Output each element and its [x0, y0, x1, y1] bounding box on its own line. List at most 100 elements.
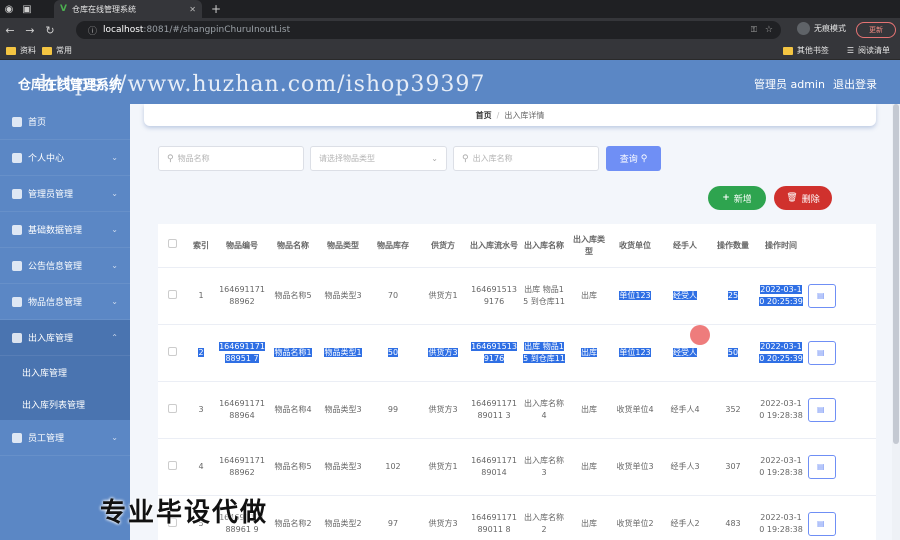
cursor-highlight: [690, 325, 710, 345]
key-icon[interactable]: ⚿: [751, 25, 757, 35]
url-path: :8081/#/shangpinChuruInoutList: [143, 25, 291, 35]
row-checkbox-cell[interactable]: [158, 346, 186, 360]
sidebar-subitem-inout[interactable]: 出入库管理: [0, 356, 130, 388]
browser-menu-icon[interactable]: ◉: [0, 0, 18, 18]
sidebar-item-base-data[interactable]: 基础数据管理 ⌄: [0, 212, 130, 248]
inout-icon: [12, 332, 22, 343]
reading-list-icon: ☰: [846, 46, 854, 55]
bookmark-star-icon[interactable]: ☆: [765, 25, 773, 35]
folder-icon: [42, 46, 52, 55]
table-cell: 物品名称4: [268, 404, 318, 416]
detail-button[interactable]: ▤: [808, 284, 836, 308]
cell-text: 1646915139176: [471, 285, 517, 306]
scrollbar-thumb[interactable]: [893, 104, 899, 444]
cell-text: 物品名称5: [274, 291, 312, 300]
bookmark-folder[interactable]: 资料: [6, 45, 36, 56]
sidebar-subitem-inout-list[interactable]: 出入库列表管理: [0, 388, 130, 420]
other-bookmarks[interactable]: 其他书签: [782, 45, 829, 56]
cell-text: 50: [387, 348, 399, 357]
detail-button[interactable]: ▤: [808, 341, 836, 365]
checkbox[interactable]: [167, 460, 177, 470]
new-tab-button[interactable]: +: [208, 0, 224, 18]
sidebar-item-home[interactable]: 首页: [0, 104, 130, 140]
info-icon: ⓘ: [88, 26, 98, 37]
col-header: 出入库名称: [524, 240, 564, 250]
checkbox[interactable]: [167, 346, 177, 356]
action-cell: ▤: [806, 398, 846, 422]
close-icon[interactable]: ✕: [189, 5, 196, 14]
search-icon: ⚲: [462, 153, 469, 164]
inout-name-input[interactable]: ⚲ 出入库名称: [453, 146, 599, 171]
row-checkbox-cell[interactable]: [158, 289, 186, 303]
sidebar-item-staff[interactable]: 员工管理 ⌄: [0, 420, 130, 456]
document-icon: ▤: [817, 291, 825, 300]
checkbox[interactable]: [167, 239, 177, 248]
table-cell: 供货方3: [418, 347, 468, 359]
sidebar-item-admin[interactable]: 管理员管理 ⌄: [0, 176, 130, 212]
sidebar-item-notice[interactable]: 公告信息管理 ⌄: [0, 248, 130, 284]
goods-name-input[interactable]: ⚲ 物品名称: [158, 146, 304, 171]
browser-tab[interactable]: V 仓库在线管理系统 ✕: [54, 0, 202, 18]
table-cell: 收货单位4: [610, 404, 660, 416]
detail-button[interactable]: ▤: [808, 398, 836, 422]
forward-icon[interactable]: →: [20, 24, 40, 37]
url-input[interactable]: ⓘ localhost :8081/#/shangpinChuruInoutLi…: [76, 21, 781, 39]
table-cell: 16469117188962: [216, 284, 268, 308]
table-row[interactable]: 1 16469117188962 物品名称5 物品类型3 70 供货方1 164691513…: [158, 268, 876, 325]
table-row[interactable]: 4 16469117188962 物品名称5 物品类型3 102 供货方1 16469117…: [158, 439, 876, 496]
col-header: 物品编号: [226, 240, 258, 250]
col-header: 经手人: [673, 240, 697, 250]
action-cell: ▤: [806, 455, 846, 479]
table-cell: 16469117188962: [216, 455, 268, 479]
cell-text: 经手人2: [670, 519, 700, 528]
add-button[interactable]: + 新增: [708, 186, 766, 210]
checkbox[interactable]: [167, 289, 177, 299]
sidebar-item-goods[interactable]: 物品信息管理 ⌄: [0, 284, 130, 320]
cell-text: 经手人3: [670, 462, 700, 471]
cell-text: 出库: [581, 462, 597, 471]
sidebar-item-inout[interactable]: 出入库管理 ⌃: [0, 320, 130, 356]
sidebar-item-profile[interactable]: 个人中心 ⌄: [0, 140, 130, 176]
query-button[interactable]: 查询 ⚲: [606, 146, 661, 171]
table-row[interactable]: 3 16469117188964 物品名称4 物品类型3 99 供货方3 164691171…: [158, 382, 876, 439]
update-button[interactable]: 更新: [856, 22, 896, 38]
cell-text: 25: [727, 291, 739, 300]
incognito-label: 无痕模式: [814, 24, 846, 33]
delete-button[interactable]: 🗑 删除: [774, 186, 832, 210]
scrollbar[interactable]: [892, 104, 900, 540]
incognito-indicator[interactable]: 无痕模式: [797, 22, 846, 35]
pinned-tab-icon[interactable]: ▣: [18, 0, 36, 18]
back-icon[interactable]: ←: [0, 24, 20, 37]
row-checkbox-cell[interactable]: [158, 403, 186, 417]
select-all-checkbox[interactable]: [158, 239, 186, 252]
detail-button[interactable]: ▤: [808, 512, 836, 536]
cell-text: 16469117189011 3: [471, 399, 517, 420]
admin-label: 管理员 admin: [754, 78, 825, 91]
chevron-up-icon: ⌃: [111, 333, 118, 342]
bookmark-folder[interactable]: 常用: [42, 45, 72, 56]
detail-button[interactable]: ▤: [808, 455, 836, 479]
checkbox[interactable]: [167, 403, 177, 413]
reload-icon[interactable]: ↻: [40, 24, 60, 37]
cell-text: 2022-03-10 20:25:39: [759, 342, 803, 363]
table-cell: 经手人4: [660, 404, 710, 416]
table-cell: 1646915139176: [468, 284, 520, 308]
table-cell: 经受人: [660, 347, 710, 359]
table-cell: 出库 物品1 5 到仓库11: [520, 284, 568, 308]
breadcrumb-home[interactable]: 首页: [476, 110, 492, 121]
table-cell: 出库: [568, 290, 610, 302]
cell-text: 经受人: [673, 348, 697, 357]
table-row[interactable]: 2 16469117188951 7 物品名称1 物品类型1 50 供货方3 1646915…: [158, 325, 876, 382]
cell-text: 供货方3: [428, 519, 458, 528]
table-cell: 出库: [568, 347, 610, 359]
cell-text: 物品名称1: [274, 348, 312, 357]
reading-list[interactable]: ☰ 阅读清单: [847, 45, 890, 56]
row-checkbox-cell[interactable]: [158, 460, 186, 474]
table-cell: 经受人: [660, 290, 710, 302]
logout-link[interactable]: 退出登录: [833, 76, 877, 92]
sidebar: 首页 个人中心 ⌄ 管理员管理 ⌄ 基础数据管理 ⌄ 公告信息管理 ⌄ 物品信息管理 ⌄ …: [0, 104, 130, 540]
cell-text: 352: [725, 405, 741, 414]
cell-text: 16469117188951 7: [219, 342, 265, 363]
goods-type-select[interactable]: 请选择物品类型 ⌄: [310, 146, 447, 171]
cell-text: 物品名称5: [274, 462, 312, 471]
